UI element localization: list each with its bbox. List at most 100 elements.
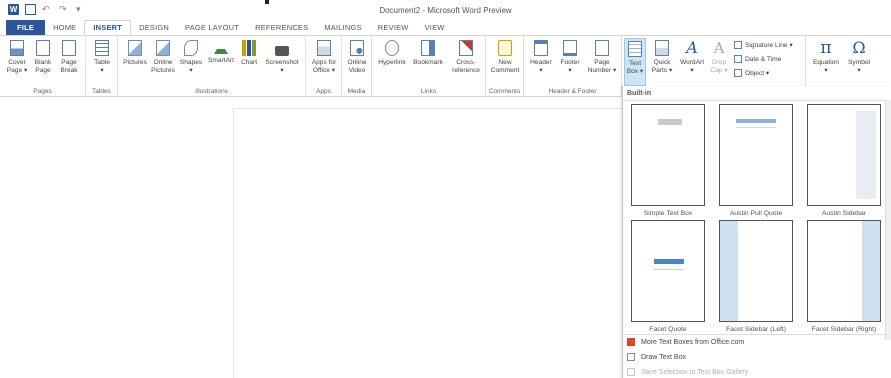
tab-home[interactable]: HOME xyxy=(45,20,84,35)
drop-cap-label: Drop Cap ▾ xyxy=(710,59,728,74)
new-comment-button[interactable]: New Comment xyxy=(489,40,521,75)
online-video-label: Online Video xyxy=(347,59,367,74)
hyperlink-button[interactable]: Hyperlink xyxy=(375,40,409,67)
text-box-label: Text Box ▾ xyxy=(626,60,644,75)
ribbon-tabs: FILE HOME INSERT DESIGN PAGE LAYOUT REFE… xyxy=(0,20,453,35)
preview-box xyxy=(658,119,682,125)
equation-icon: π xyxy=(820,38,832,58)
header-label: Header ▾ xyxy=(530,59,552,74)
gallery-item-simple-text-box[interactable] xyxy=(631,104,705,206)
symbol-button[interactable]: Ω Symbol ▾ xyxy=(844,40,874,75)
gallery-item-facet-quote[interactable] xyxy=(631,220,705,322)
signature-line-label: Signature Line ▾ xyxy=(745,42,793,49)
screenshot-button[interactable]: Screenshot ▾ xyxy=(262,40,302,75)
footer-button[interactable]: Footer ▾ xyxy=(557,40,583,75)
pictures-button[interactable]: Pictures xyxy=(122,40,148,67)
gallery-item-facet-sidebar-left[interactable] xyxy=(719,220,793,322)
cross-reference-icon xyxy=(459,40,473,56)
page-break-button[interactable]: Page Break xyxy=(58,40,80,75)
group-label-illustrations: Illustrations xyxy=(195,88,228,95)
bookmark-label: Bookmark xyxy=(413,59,443,66)
hyperlink-icon xyxy=(385,40,399,56)
gallery-item-austin-sidebar[interactable] xyxy=(807,104,881,206)
document-page[interactable] xyxy=(233,108,633,378)
table-icon xyxy=(95,40,109,56)
preview-quote xyxy=(736,119,776,123)
tab-view[interactable]: VIEW xyxy=(417,20,453,35)
shapes-button[interactable]: Shapes ▾ xyxy=(178,40,204,75)
equation-button[interactable]: π Equation ▾ xyxy=(808,40,844,75)
draw-text-box-item[interactable]: Draw Text Box xyxy=(627,353,686,361)
gallery-label: Facet Sidebar (Right) xyxy=(811,326,877,333)
apps-for-office-button[interactable]: Apps for Office ▾ xyxy=(309,40,339,75)
object-button[interactable]: Object ▾ xyxy=(734,69,769,77)
smartart-label: SmartArt xyxy=(207,57,234,64)
cover-page-button[interactable]: Cover Page ▾ xyxy=(6,40,28,75)
blank-page-label: Blank Page xyxy=(34,59,52,74)
date-time-button[interactable]: Date & Time xyxy=(734,55,781,63)
chart-icon xyxy=(242,40,256,56)
screenshot-icon xyxy=(275,46,289,56)
cross-reference-button[interactable]: Cross-reference xyxy=(448,40,484,75)
tab-page-layout[interactable]: PAGE LAYOUT xyxy=(177,20,247,35)
page-break-icon xyxy=(62,40,76,56)
date-time-label: Date & Time xyxy=(745,55,782,63)
gallery-label: Austin Sidebar xyxy=(821,210,867,217)
page-number-button[interactable]: Page Number ▾ xyxy=(585,40,619,75)
signature-line-button[interactable]: Signature Line ▾ xyxy=(734,41,793,49)
tab-file[interactable]: FILE xyxy=(6,20,46,35)
online-video-button[interactable]: Online Video xyxy=(345,40,369,75)
symbol-icon: Ω xyxy=(852,38,866,57)
tab-references[interactable]: REFERENCES xyxy=(247,20,316,35)
preview-line xyxy=(736,127,776,128)
equation-label: Equation ▾ xyxy=(812,59,840,74)
tab-review[interactable]: REVIEW xyxy=(370,20,417,35)
cover-page-label: Cover Page ▾ xyxy=(6,59,28,74)
tab-mailings[interactable]: MAILINGS xyxy=(316,20,369,35)
gallery-label: Austin Pull Quote xyxy=(729,210,783,217)
signature-line-icon xyxy=(734,41,742,49)
chart-button[interactable]: Chart xyxy=(238,40,260,67)
footer-icon xyxy=(563,40,577,56)
header-icon xyxy=(534,40,548,56)
smartart-button[interactable]: SmartArt xyxy=(206,40,236,65)
save-selection-icon xyxy=(627,368,635,376)
text-box-gallery: Built-in Simple Text Box Austin Pull Quo… xyxy=(622,86,891,378)
more-text-boxes-item[interactable]: More Text Boxes from Office.com xyxy=(627,338,744,346)
blank-page-button[interactable]: Blank Page xyxy=(32,40,54,75)
pictures-icon xyxy=(128,40,142,56)
menu-label: Save Selection to Text Box Gallery xyxy=(641,368,749,376)
tab-insert[interactable]: INSERT xyxy=(84,20,132,35)
new-comment-icon xyxy=(498,40,512,56)
quick-parts-button[interactable]: Quick Parts ▾ xyxy=(649,40,675,75)
table-button[interactable]: Table ▾ xyxy=(92,40,112,75)
apps-for-office-icon xyxy=(317,40,331,56)
page-number-icon xyxy=(595,40,609,56)
wordart-button[interactable]: A WordArt ▾ xyxy=(677,40,707,75)
text-box-button[interactable]: Text Box ▾ xyxy=(624,38,646,86)
wordart-icon: A xyxy=(686,38,698,57)
gallery-divider xyxy=(623,100,885,101)
object-label: Object ▾ xyxy=(745,70,770,77)
gallery-scrollbar[interactable] xyxy=(885,100,891,340)
save-selection-item[interactable]: Save Selection to Text Box Gallery xyxy=(627,368,748,376)
group-comments: New Comment Comments xyxy=(486,36,524,97)
hyperlink-label: Hyperlink xyxy=(378,59,406,66)
tab-design[interactable]: DESIGN xyxy=(131,20,177,35)
gallery-item-austin-pull-quote[interactable] xyxy=(719,104,793,206)
gallery-heading: Built-in xyxy=(627,90,652,97)
header-button[interactable]: Header ▾ xyxy=(527,40,555,75)
online-pictures-button[interactable]: Online Pictures xyxy=(150,40,176,75)
menu-label: Draw Text Box xyxy=(641,353,686,361)
gallery-item-facet-sidebar-right[interactable] xyxy=(807,220,881,322)
bookmark-button[interactable]: Bookmark xyxy=(411,40,445,67)
text-box-icon xyxy=(628,41,642,57)
online-pictures-icon xyxy=(156,40,170,56)
group-illustrations: Pictures Online Pictures Shapes ▾ SmartArt… xyxy=(118,36,306,97)
page-number-label: Page Number ▾ xyxy=(587,59,617,74)
group-label-media: Media xyxy=(347,88,366,95)
quick-parts-icon xyxy=(655,40,669,56)
group-label-links: Links xyxy=(420,88,437,95)
group-header-footer: Header ▾ Footer ▾ Page Number ▾ Header & Fo… xyxy=(524,36,622,97)
drop-cap-button[interactable]: A Drop Cap ▾ xyxy=(708,40,730,75)
